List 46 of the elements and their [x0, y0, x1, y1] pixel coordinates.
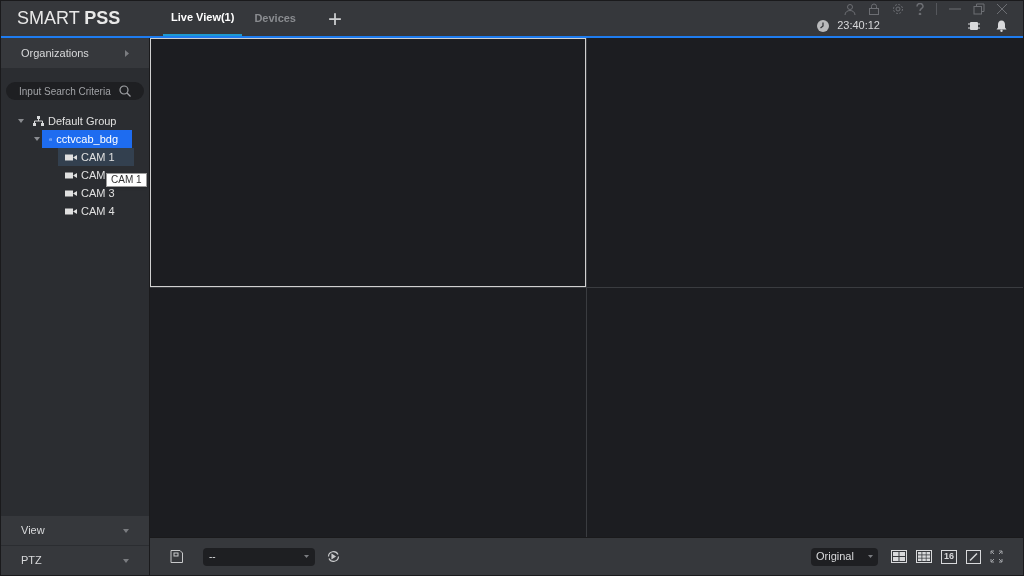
nine-split-icon[interactable] [916, 550, 932, 563]
clock-icon [817, 19, 830, 32]
camera-icon [65, 171, 77, 179]
tab[interactable]: Devices [246, 1, 304, 36]
network-icon [33, 116, 44, 126]
fullscreen-icon[interactable] [990, 550, 1003, 563]
panel-title: Organizations [21, 45, 89, 61]
tree-item[interactable]: Default Group [26, 112, 131, 130]
bell-icon[interactable] [996, 19, 1007, 32]
search-field[interactable]: Input Search Criteria [6, 82, 144, 100]
add-tab-button[interactable]: + [328, 6, 342, 31]
help-icon[interactable] [916, 3, 924, 16]
pen-icon[interactable] [966, 549, 981, 564]
refresh-play-icon[interactable] [327, 550, 340, 563]
panel-title: View [21, 523, 45, 539]
caret-icon [123, 528, 129, 533]
tree-item[interactable]: CAM 3 [58, 184, 134, 202]
organizations-panel-header[interactable]: Organizations [1, 38, 149, 68]
tab[interactable]: Live View(1) [163, 1, 243, 36]
tree-item[interactable]: CAM 4 [58, 202, 134, 220]
app-logo: SMART PSS [16, 7, 122, 30]
clock-time: 23:40:12 [837, 18, 880, 34]
panel-header[interactable]: View [1, 515, 149, 545]
tooltip: CAM 1 [106, 173, 147, 187]
expand-caret-icon[interactable] [18, 119, 24, 123]
panel-header[interactable]: PTZ [1, 545, 149, 575]
caret-icon [304, 555, 309, 558]
chip-icon[interactable] [968, 19, 980, 32]
close-icon[interactable] [997, 4, 1007, 15]
tree-item[interactable]: CAM 1 [58, 148, 134, 166]
stream-dropdown[interactable]: Original [811, 547, 878, 566]
expand-caret-icon[interactable] [34, 137, 40, 141]
four-split-icon[interactable] [891, 550, 907, 563]
panel-title: PTZ [21, 553, 42, 569]
camera-icon [65, 153, 77, 161]
camera-icon [65, 189, 77, 197]
camera-icon [65, 207, 77, 215]
caret-icon [123, 558, 129, 563]
lock-icon[interactable] [868, 3, 880, 16]
caret-icon [125, 49, 129, 57]
search-icon[interactable] [119, 85, 131, 97]
sixteen-split-button[interactable]: 16 [941, 549, 957, 564]
view-dropdown[interactable]: -- [203, 547, 315, 566]
caret-icon [868, 555, 873, 558]
save-view-icon[interactable] [170, 550, 183, 563]
tree-item[interactable]: cctvcab_bdg [42, 130, 132, 148]
